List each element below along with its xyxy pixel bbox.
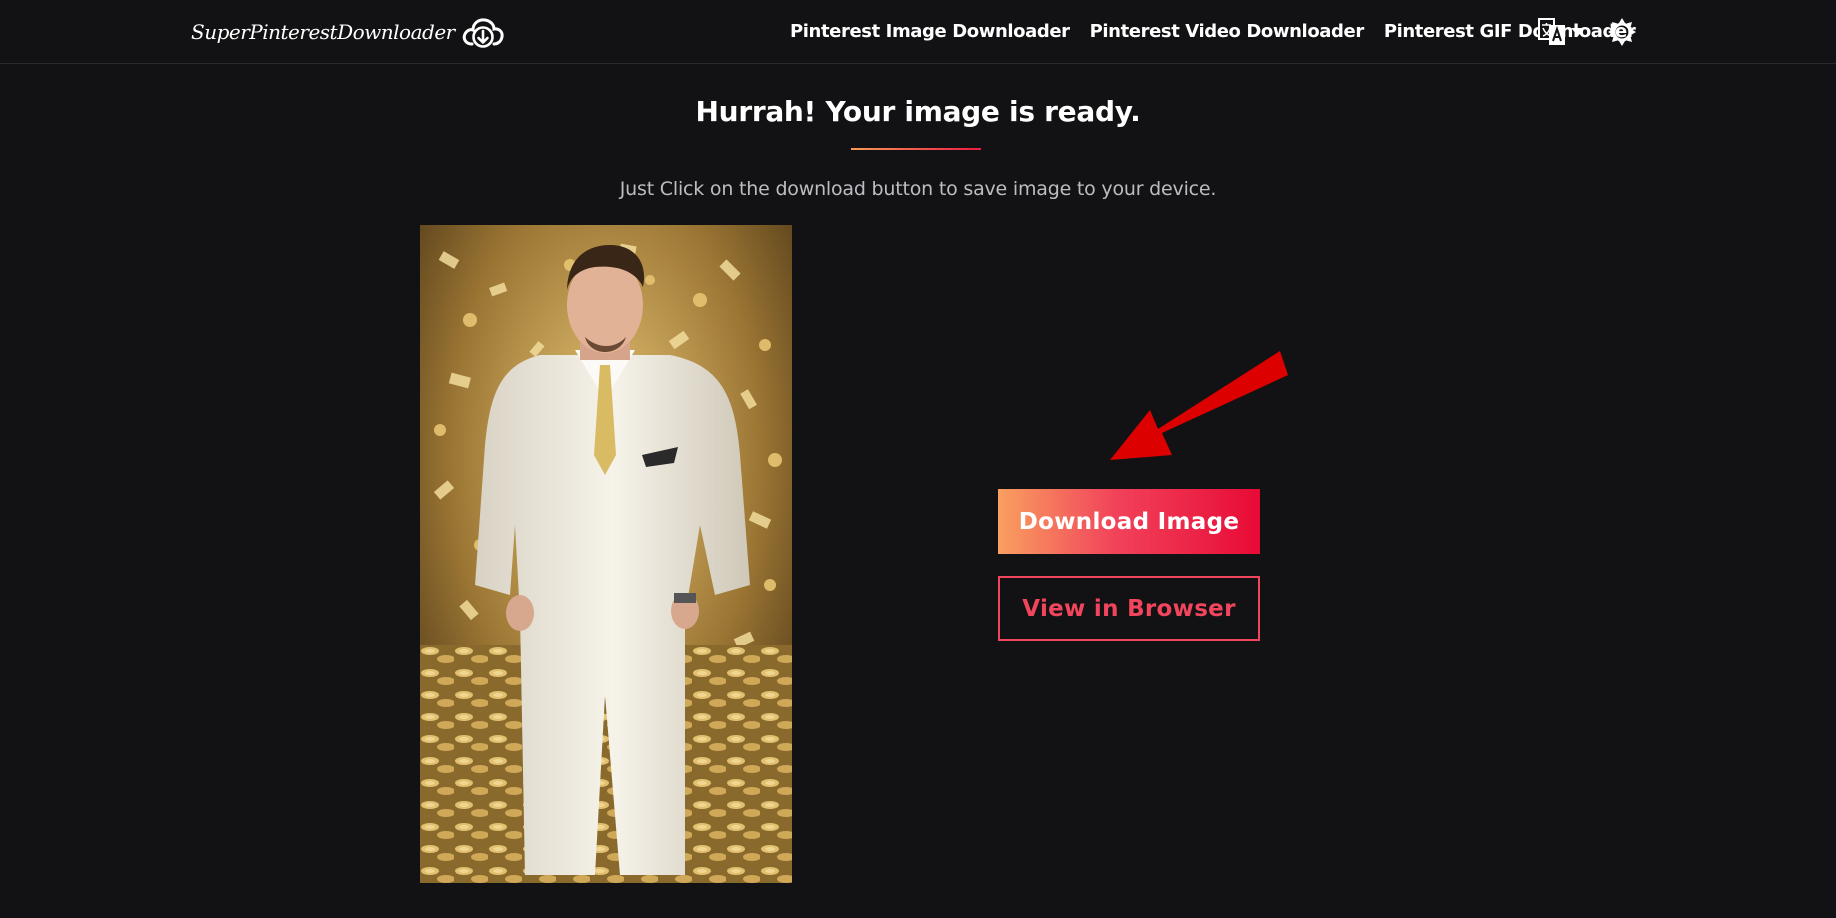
nav-gif-downloader[interactable]: Pinterest GIF Downloader [1384,21,1636,42]
site-header: SuperPinterestDownloader Pinterest Image… [0,0,1836,64]
site-logo[interactable]: SuperPinterestDownloader [191,14,505,50]
title-underline [851,148,981,150]
page-subtitle: Just Click on the download button to sav… [619,178,1217,200]
nav-image-downloader[interactable]: Pinterest Image Downloader [790,21,1070,42]
translate-icon [1538,18,1565,45]
download-image-button[interactable]: Download Image [998,489,1260,554]
cloud-download-icon [462,18,504,48]
language-selector[interactable] [1538,17,1590,47]
main-nav: Pinterest Image Downloader Pinterest Vid… [790,0,1636,62]
chevron-down-icon [1571,28,1585,36]
image-preview [420,225,792,883]
logo-text: SuperPinterestDownloader [191,20,455,44]
pin-image [420,225,792,883]
red-arrow-icon [1110,351,1288,460]
nav-video-downloader[interactable]: Pinterest Video Downloader [1090,21,1365,42]
sun-icon[interactable] [1606,16,1638,48]
page-title: Hurrah! Your image is ready. [695,95,1141,128]
view-in-browser-button[interactable]: View in Browser [998,576,1260,641]
